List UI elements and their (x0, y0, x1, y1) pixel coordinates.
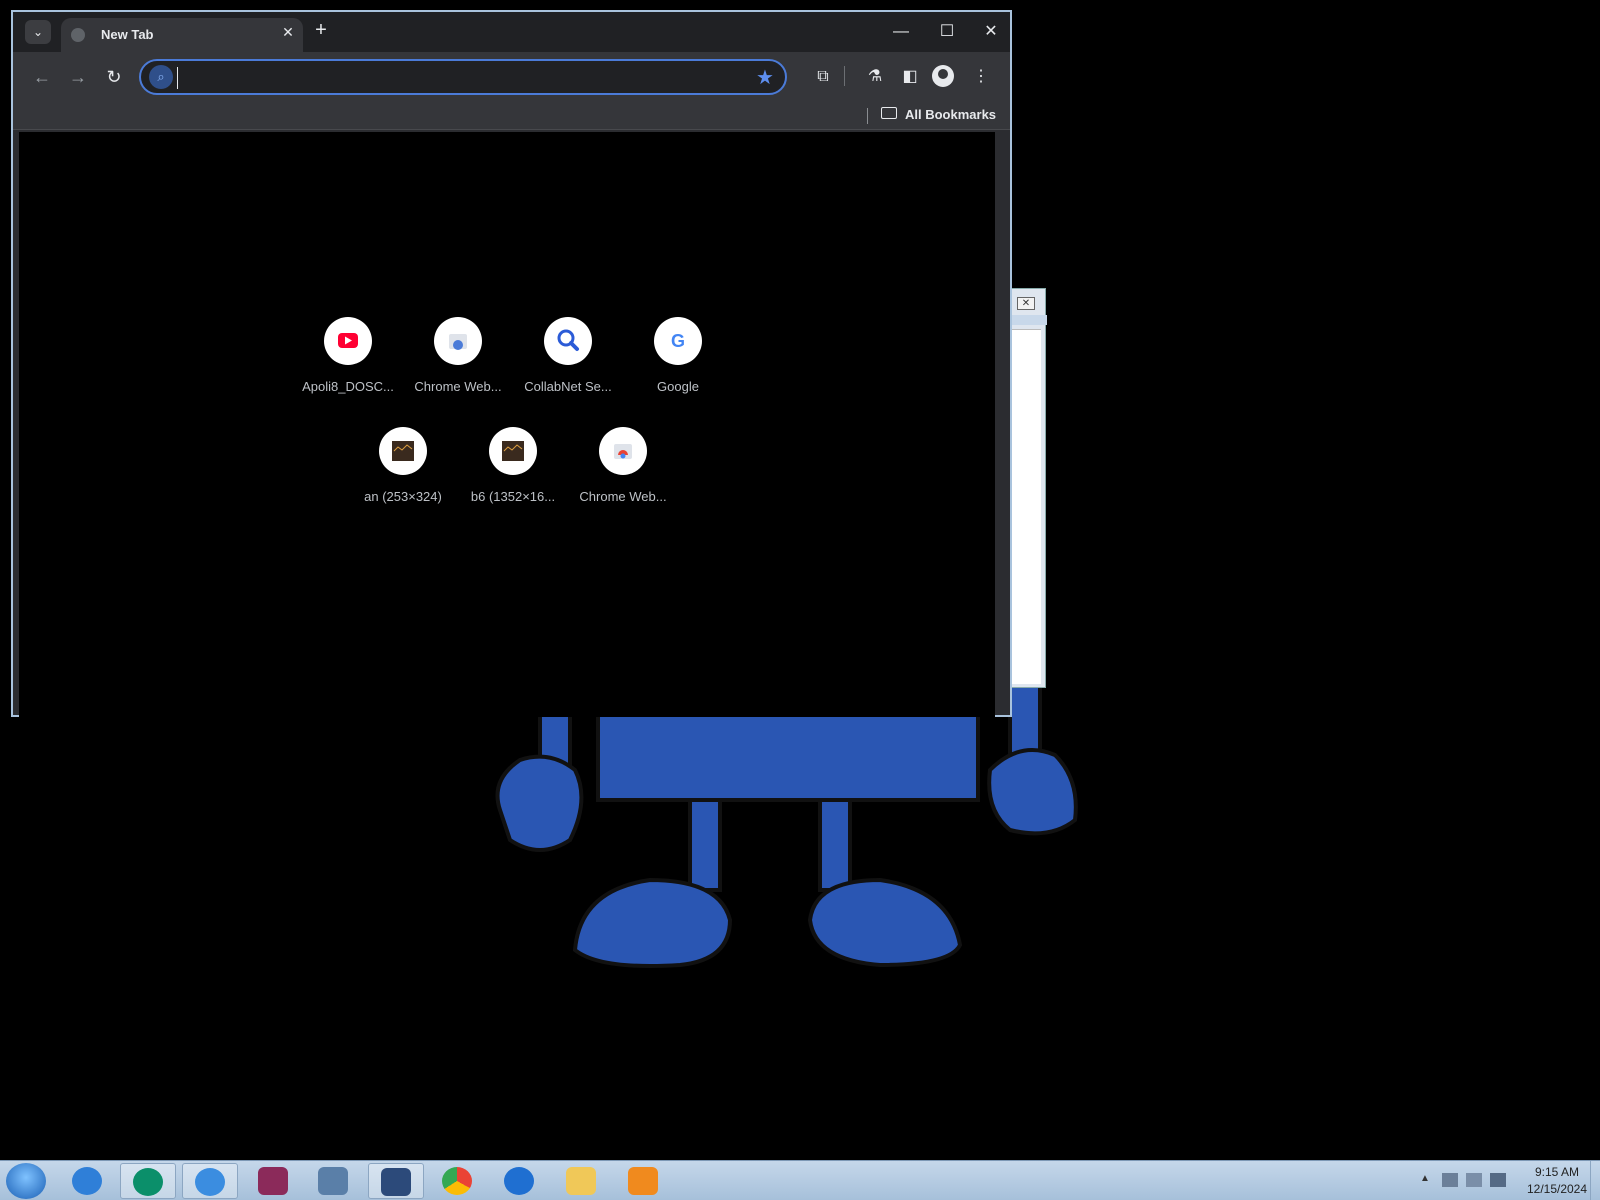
shortcut-tile[interactable]: Apoli8_DOSC... (293, 317, 403, 417)
background-window[interactable]: ✕ (1010, 288, 1047, 688)
media-player-icon (628, 1167, 658, 1195)
shortcut-label: Chrome Web... (414, 379, 502, 394)
taskbar-file-explorer[interactable] (554, 1163, 610, 1199)
all-bookmarks-button[interactable]: All Bookmarks (905, 107, 996, 122)
youtube-icon (324, 317, 372, 365)
taskbar-thunderbird[interactable] (492, 1163, 548, 1199)
window-close-icon[interactable]: ✕ (973, 18, 1009, 46)
shortcut-tile[interactable]: Chrome Web... (403, 317, 513, 417)
address-input[interactable] (177, 67, 737, 89)
folder-icon (881, 107, 897, 119)
clock-date[interactable]: 12/15/2024 (1520, 1182, 1594, 1196)
show-hidden-icons-icon[interactable]: ▲ (1420, 1173, 1430, 1184)
address-bar[interactable]: ⌕ ★ (139, 59, 787, 95)
back-arrow-icon[interactable]: ← (29, 64, 55, 90)
windows-start-icon[interactable] (6, 1163, 46, 1199)
shortcut-tile[interactable]: CollabNet Se... (513, 317, 623, 417)
tab-new-tab[interactable]: New Tab ✕ (61, 18, 303, 52)
network-icon[interactable] (1442, 1173, 1458, 1187)
tab-strip: ⌄ New Tab ✕ + — ☐ ✕ (13, 12, 1010, 52)
search-icon: ⌕ (149, 65, 173, 89)
labs-flask-icon[interactable]: ⚗ (862, 64, 888, 90)
browser-toolbar: ← → ↻ ⌕ ★ ⧉ ⚗ ◧ ⋮ (13, 52, 1010, 102)
maximize-icon[interactable]: ☐ (929, 18, 965, 46)
taskbar-virtualbox[interactable] (368, 1163, 424, 1199)
bookmark-star-icon[interactable]: ★ (753, 65, 777, 90)
shortcut-label: Chrome Web... (579, 489, 667, 504)
action-center-flag-icon[interactable] (1490, 1173, 1506, 1187)
computer-network-icon (318, 1167, 348, 1195)
show-desktop-button[interactable] (1590, 1161, 1600, 1200)
tab-search-chevron-down-icon[interactable]: ⌄ (25, 20, 51, 44)
image-thumbnail-icon (489, 427, 537, 475)
bookmarks-bar: All Bookmarks (13, 102, 1010, 130)
taskbar-app-2[interactable] (182, 1163, 238, 1199)
background-window-close-icon[interactable]: ✕ (1017, 297, 1035, 310)
forward-arrow-icon[interactable]: → (65, 64, 91, 90)
globe-icon (71, 28, 85, 42)
shortcut-tile[interactable]: an (253×324) (348, 427, 458, 527)
tab-close-icon[interactable]: ✕ (279, 24, 297, 41)
taskbar-app-1[interactable] (120, 1163, 176, 1199)
shortcut-label: Apoli8_DOSC... (302, 379, 394, 394)
taskbar: ▲ 9:15 AM 12/15/2024 (0, 1160, 1600, 1200)
shortcut-label: an (253×324) (364, 489, 442, 504)
profile-avatar-icon[interactable] (932, 65, 954, 87)
taskbar-media-player[interactable] (616, 1163, 672, 1199)
taskbar-chrome[interactable] (430, 1163, 486, 1199)
taskbar-internet-explorer[interactable] (60, 1163, 116, 1199)
menu-kebab-icon[interactable]: ⋮ (968, 64, 994, 90)
taskbar-network[interactable] (306, 1163, 362, 1199)
chrome-web-store-icon (434, 317, 482, 365)
search-icon (544, 317, 592, 365)
minimize-icon[interactable]: — (883, 18, 919, 46)
side-panel-icon[interactable]: ◧ (897, 64, 923, 90)
shortcut-label: CollabNet Se... (524, 379, 612, 394)
volume-muted-icon[interactable] (1466, 1173, 1482, 1187)
internet-explorer-icon (72, 1167, 102, 1195)
virtualbox-icon (381, 1168, 411, 1196)
tab-title: New Tab (101, 27, 154, 42)
google-icon: G (654, 317, 702, 365)
shortcut-tile[interactable]: G Google (623, 317, 733, 417)
chrome-window: ⌄ New Tab ✕ + — ☐ ✕ ← → ↻ ⌕ ★ ⧉ ⚗ ◧ ⋮ Al… (11, 10, 1012, 717)
internet-download-manager-icon (195, 1168, 225, 1196)
extensions-puzzle-icon[interactable]: ⧉ (810, 64, 836, 90)
new-tab-plus-icon[interactable]: + (309, 19, 333, 42)
file-explorer-icon (566, 1167, 596, 1195)
app-globe-icon (133, 1168, 163, 1196)
shortcut-tile[interactable]: b6 (1352×16... (458, 427, 568, 527)
clock-time[interactable]: 9:15 AM (1520, 1165, 1594, 1179)
background-window-toolbar (1011, 315, 1047, 325)
chrome-web-store-icon (599, 427, 647, 475)
svg-text:G: G (671, 331, 685, 351)
taskbar-winrar[interactable] (246, 1163, 302, 1199)
chrome-icon (442, 1167, 472, 1195)
winrar-icon (258, 1167, 288, 1195)
background-window-content (1011, 329, 1041, 684)
new-tab-page: Apoli8_DOSC... Chrome Web... CollabNet S… (19, 132, 995, 717)
shortcut-label: b6 (1352×16... (470, 489, 556, 504)
shortcut-tile[interactable]: Chrome Web... (568, 427, 678, 527)
shortcut-label: Google (657, 379, 699, 394)
toolbar-divider (844, 66, 845, 86)
thunderbird-icon (504, 1167, 534, 1195)
image-thumbnail-icon (379, 427, 427, 475)
reload-icon[interactable]: ↻ (101, 64, 127, 90)
bookmarks-divider (867, 108, 868, 124)
